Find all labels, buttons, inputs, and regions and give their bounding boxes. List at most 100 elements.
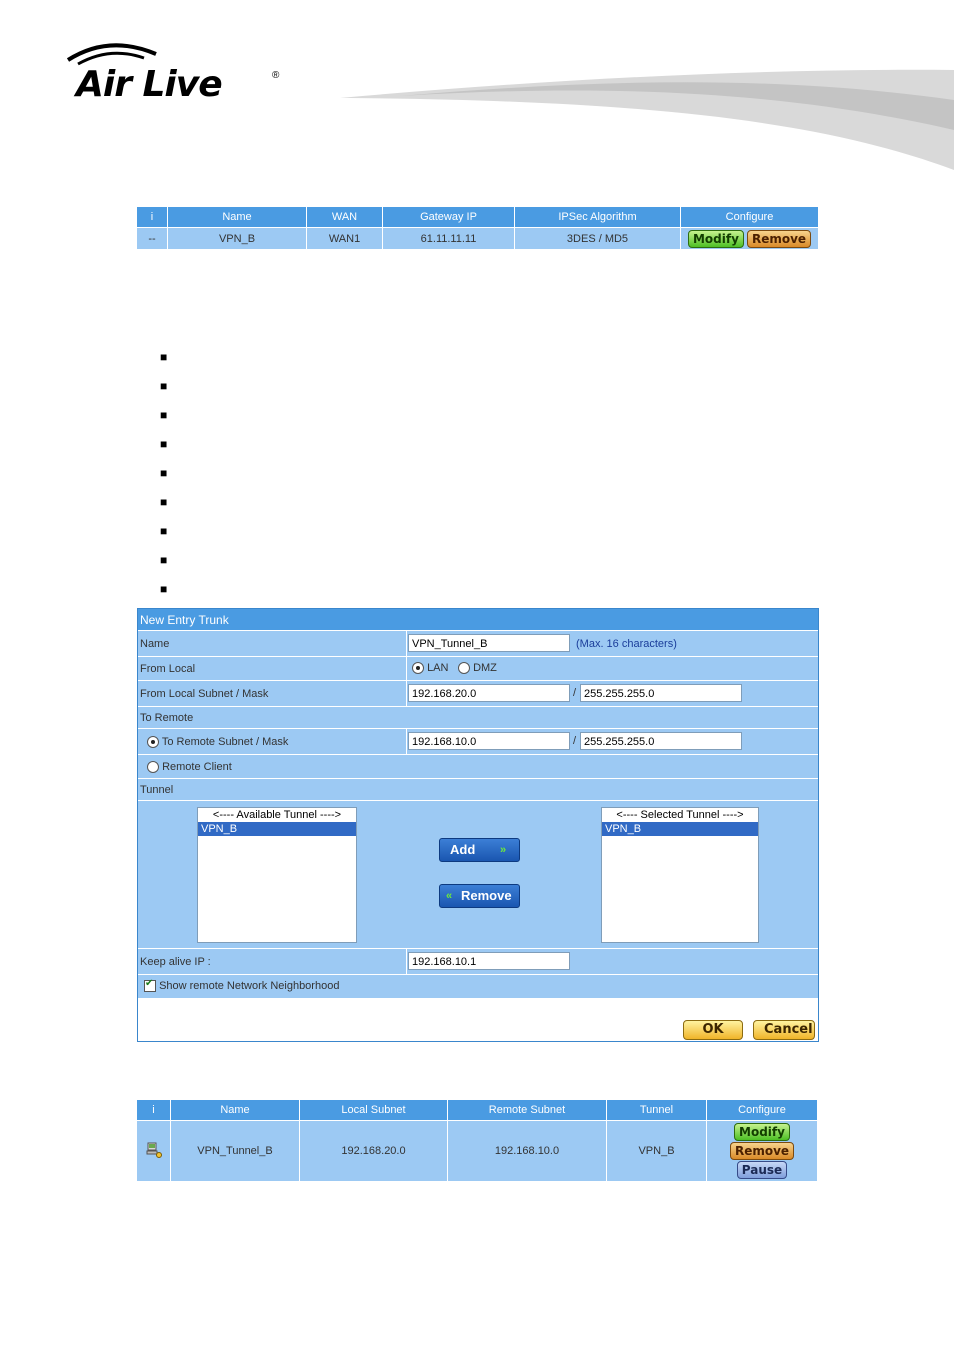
cell-algorithm: 3DES / MD5: [514, 227, 681, 250]
lan-radio[interactable]: [412, 662, 424, 675]
bullet-9: ■: [160, 582, 168, 596]
add-tunnel-button[interactable]: Add »: [439, 838, 520, 862]
add-label: Add: [450, 842, 476, 857]
remote-mask-input[interactable]: 255.255.255.0: [580, 732, 742, 750]
cell-wan: WAN1: [306, 227, 383, 250]
remote-subnet-label: To Remote Subnet / Mask: [161, 736, 289, 748]
to-remote-row: To Remote: [138, 707, 818, 729]
name-input[interactable]: VPN_Tunnel_B: [408, 634, 570, 652]
keepalive-label: Keep alive IP :: [140, 956, 211, 968]
available-tunnel-list[interactable]: <---- Available Tunnel ----> VPN_B: [197, 807, 357, 943]
dmz-label: DMZ: [473, 662, 497, 674]
cell-remote-subnet: 192.168.10.0: [447, 1120, 607, 1182]
new-entry-trunk-form: New Entry Trunk Name VPN_Tunnel_B (Max. …: [137, 608, 819, 1042]
bullet-5: ■: [160, 466, 168, 480]
neighborhood-checkbox[interactable]: [144, 978, 156, 993]
cell-gateway: 61.11.11.11: [382, 227, 515, 250]
col-header-wan: WAN: [306, 206, 383, 228]
col-header-gateway: Gateway IP: [382, 206, 515, 228]
remote-subnet-option[interactable]: To Remote Subnet / Mask: [147, 736, 289, 749]
registered-mark: ®: [272, 70, 280, 81]
remote-subnet-input[interactable]: 192.168.10.0: [408, 732, 570, 750]
bullet-6: ■: [160, 495, 168, 509]
to-remote-label: To Remote: [140, 712, 194, 724]
from-local-label: From Local: [140, 663, 196, 675]
cell-name: VPN_B: [167, 227, 307, 250]
neighborhood-label: Show remote Network Neighborhood: [159, 980, 340, 992]
table-row: -- VPN_B WAN1 61.11.11.11 3DES / MD5 Mod…: [136, 227, 819, 250]
remote-client-option[interactable]: Remote Client: [147, 761, 232, 774]
keepalive-row: Keep alive IP : 192.168.10.1: [138, 949, 818, 975]
pause-button[interactable]: Pause: [736, 1161, 788, 1179]
local-mask-input[interactable]: 255.255.255.0: [580, 684, 742, 702]
cell-index: --: [136, 227, 168, 250]
remove-tunnel-button[interactable]: « Remove: [439, 884, 520, 908]
slash-separator: /: [573, 735, 577, 747]
cell-configure: Modify Remove Pause: [706, 1120, 818, 1182]
name-row: Name VPN_Tunnel_B (Max. 16 characters): [138, 631, 818, 657]
local-subnet-label: From Local Subnet / Mask: [140, 688, 269, 700]
remote-subnet-row: To Remote Subnet / Mask 192.168.10.0 / 2…: [138, 729, 818, 755]
col-header-algorithm: IPSec Algorithm: [514, 206, 681, 228]
form-title-bar: New Entry Trunk: [138, 609, 818, 630]
bullet-3: ■: [160, 408, 168, 422]
remote-subnet-radio[interactable]: [147, 736, 159, 749]
cell-tunnel: VPN_B: [606, 1120, 707, 1182]
slash-separator: /: [573, 687, 577, 699]
modify-button[interactable]: Modify: [687, 229, 744, 248]
cell-configure: Modify Remove: [680, 227, 819, 250]
bullet-8: ■: [160, 553, 168, 567]
local-subnet-row: From Local Subnet / Mask 192.168.20.0 / …: [138, 681, 818, 707]
header-swoosh: [340, 69, 954, 170]
cell-name: VPN_Tunnel_B: [170, 1120, 300, 1182]
col-header-configure: Configure: [706, 1099, 818, 1121]
col-header-remote-subnet: Remote Subnet: [447, 1099, 607, 1121]
local-subnet-input[interactable]: 192.168.20.0: [408, 684, 570, 702]
cell-status-icon: [136, 1120, 171, 1182]
col-header-index: i: [136, 1099, 171, 1121]
vpn-tunnel-table: i Name WAN Gateway IP IPSec Algorithm Co…: [136, 206, 819, 250]
tunnel-label: Tunnel: [140, 784, 174, 796]
computer-status-icon: [146, 1142, 162, 1158]
ok-button[interactable]: OK: [683, 1020, 743, 1040]
remote-client-row: Remote Client: [138, 755, 818, 779]
table-row: VPN_Tunnel_B 192.168.20.0 192.168.10.0 V…: [136, 1120, 818, 1182]
keepalive-input[interactable]: 192.168.10.1: [408, 952, 570, 970]
col-header-local-subnet: Local Subnet: [299, 1099, 448, 1121]
modify-button[interactable]: Modify: [734, 1123, 790, 1141]
selected-tunnel-header: <---- Selected Tunnel ---->: [616, 809, 744, 821]
available-tunnel-item[interactable]: VPN_B: [198, 822, 356, 836]
col-header-configure: Configure: [680, 206, 819, 228]
dmz-option[interactable]: DMZ: [458, 662, 497, 675]
back-arrow-icon: «: [446, 890, 453, 902]
forward-arrow-icon: »: [500, 844, 507, 856]
bullet-2: ■: [160, 379, 168, 393]
airlive-logo: Air Live ®: [62, 40, 292, 110]
lan-option[interactable]: LAN: [412, 662, 449, 675]
available-tunnel-header: <---- Available Tunnel ---->: [212, 809, 342, 821]
neighborhood-row: Show remote Network Neighborhood: [138, 975, 818, 999]
name-hint: (Max. 16 characters): [576, 638, 677, 650]
bullet-4: ■: [160, 437, 168, 451]
col-header-name: Name: [167, 206, 307, 228]
col-header-tunnel: Tunnel: [606, 1099, 707, 1121]
remote-client-radio[interactable]: [147, 761, 159, 774]
remove-button[interactable]: Remove: [729, 1142, 795, 1160]
lan-label: LAN: [427, 662, 449, 674]
selected-tunnel-list[interactable]: <---- Selected Tunnel ----> VPN_B: [601, 807, 759, 943]
form-title: New Entry Trunk: [140, 613, 229, 627]
tunnel-selector-row: <---- Available Tunnel ----> VPN_B Add »…: [138, 801, 818, 949]
from-local-row: From Local LAN DMZ: [138, 657, 818, 681]
bullet-7: ■: [160, 524, 168, 538]
name-label: Name: [140, 638, 170, 650]
bullet-1: ■: [160, 350, 168, 364]
tunnel-row: Tunnel: [138, 779, 818, 801]
col-header-name: Name: [170, 1099, 300, 1121]
remove-button[interactable]: Remove: [746, 229, 812, 248]
cell-local-subnet: 192.168.20.0: [299, 1120, 448, 1182]
cancel-button[interactable]: Cancel: [753, 1020, 815, 1040]
neighborhood-option[interactable]: Show remote Network Neighborhood: [144, 978, 340, 993]
selected-tunnel-item[interactable]: VPN_B: [602, 822, 758, 836]
logo-text: Air Live: [76, 64, 223, 105]
dmz-radio[interactable]: [458, 662, 470, 675]
